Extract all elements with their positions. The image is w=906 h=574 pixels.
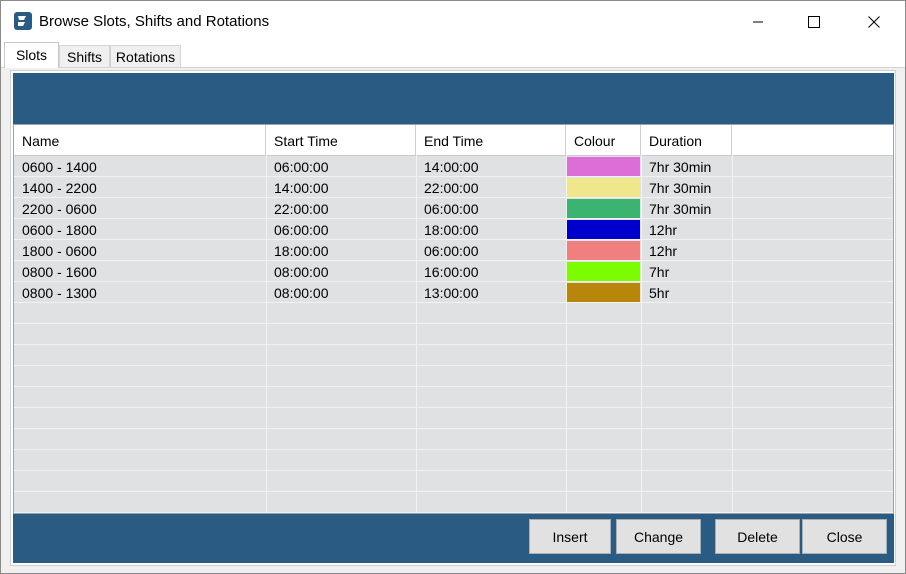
tab-bar: Slots Shifts Rotations	[1, 42, 905, 68]
cell-end: 22:00:00	[424, 180, 479, 196]
cell-name: 1400 - 2200	[22, 180, 97, 196]
column-header-name[interactable]: Name	[14, 125, 266, 155]
column-header-end-time[interactable]: End Time	[416, 125, 566, 155]
tab-divider	[1, 67, 905, 68]
cell-duration: 7hr 30min	[649, 180, 712, 196]
grid-row-line	[14, 512, 893, 513]
cell-name: 2200 - 0600	[22, 201, 97, 217]
cell-start: 22:00:00	[274, 201, 329, 217]
column-header-duration[interactable]: Duration	[641, 125, 732, 155]
cell-name: 1800 - 0600	[22, 243, 97, 259]
table-row[interactable]: 0800 - 1600 08:00:00 16:00:00 7hr	[14, 261, 893, 282]
table-row[interactable]: 1800 - 0600 18:00:00 06:00:00 12hr	[14, 240, 893, 261]
table-row[interactable]: 2200 - 0600 22:00:00 06:00:00 7hr 30min	[14, 198, 893, 219]
grid-header: Name Start Time End Time Colour Duration	[14, 125, 893, 156]
cell-end: 16:00:00	[424, 264, 479, 280]
cell-duration: 7hr 30min	[649, 201, 712, 217]
cell-end: 06:00:00	[424, 243, 479, 259]
change-button[interactable]: Change	[616, 519, 701, 554]
slots-grid[interactable]: Name Start Time End Time Colour Duration…	[13, 124, 894, 514]
cell-end: 06:00:00	[424, 201, 479, 217]
table-row[interactable]: 0600 - 1800 06:00:00 18:00:00 12hr	[14, 219, 893, 240]
insert-button[interactable]: Insert	[529, 519, 611, 554]
cell-name: 0600 - 1400	[22, 159, 97, 175]
tab-rotations[interactable]: Rotations	[110, 45, 181, 67]
minimize-icon	[753, 21, 763, 22]
cell-start: 08:00:00	[274, 264, 329, 280]
cell-duration: 7hr	[649, 264, 670, 280]
grid-row-line	[14, 470, 893, 471]
close-icon	[868, 15, 880, 28]
header-band	[13, 73, 894, 124]
colour-swatch	[567, 220, 640, 239]
window-title: Browse Slots, Shifts and Rotations	[39, 13, 270, 30]
cell-end: 13:00:00	[424, 285, 479, 301]
table-row[interactable]: 1400 - 2200 14:00:00 22:00:00 7hr 30min	[14, 177, 893, 198]
delete-button[interactable]: Delete	[715, 519, 800, 554]
cell-name: 0800 - 1600	[22, 264, 97, 280]
title-bar[interactable]: Browse Slots, Shifts and Rotations	[1, 1, 905, 42]
grid-row-line	[14, 365, 893, 366]
cell-start: 18:00:00	[274, 243, 329, 259]
minimize-button[interactable]	[735, 1, 781, 42]
cell-start: 14:00:00	[274, 180, 329, 196]
table-row[interactable]: 0800 - 1300 08:00:00 13:00:00 5hr	[14, 282, 893, 303]
grid-row-line	[14, 449, 893, 450]
cell-start: 06:00:00	[274, 159, 329, 175]
colour-swatch	[567, 178, 640, 197]
cell-start: 06:00:00	[274, 222, 329, 238]
cell-duration: 7hr 30min	[649, 159, 712, 175]
grid-row-line	[14, 407, 893, 408]
grid-row-line	[14, 344, 893, 345]
cell-name: 0600 - 1800	[22, 222, 97, 238]
maximize-button[interactable]	[791, 1, 837, 42]
colour-swatch	[567, 262, 640, 281]
grid-row-line	[14, 323, 893, 324]
tab-shifts[interactable]: Shifts	[59, 45, 110, 67]
colour-swatch	[567, 199, 640, 218]
tab-slots[interactable]: Slots	[4, 42, 59, 68]
cell-duration: 12hr	[649, 243, 678, 259]
cell-duration: 12hr	[649, 222, 678, 238]
cell-name: 0800 - 1300	[22, 285, 97, 301]
cell-start: 08:00:00	[274, 285, 329, 301]
close-button[interactable]: Close	[802, 519, 887, 554]
grid-row-line	[14, 491, 893, 492]
grid-row-line	[14, 428, 893, 429]
table-row[interactable]: 0600 - 1400 06:00:00 14:00:00 7hr 30min	[14, 156, 893, 177]
maximize-icon	[808, 15, 820, 28]
app-icon	[14, 12, 32, 30]
close-window-button[interactable]	[851, 1, 897, 42]
cell-end: 14:00:00	[424, 159, 479, 175]
column-header-colour[interactable]: Colour	[566, 125, 641, 155]
column-header-start-time[interactable]: Start Time	[266, 125, 416, 155]
cell-duration: 5hr	[649, 285, 670, 301]
browse-window: Browse Slots, Shifts and Rotations Slots…	[0, 0, 906, 574]
grid-row-line	[14, 386, 893, 387]
colour-swatch	[567, 157, 640, 176]
colour-swatch	[567, 283, 640, 302]
cell-end: 18:00:00	[424, 222, 479, 238]
colour-swatch	[567, 241, 640, 260]
